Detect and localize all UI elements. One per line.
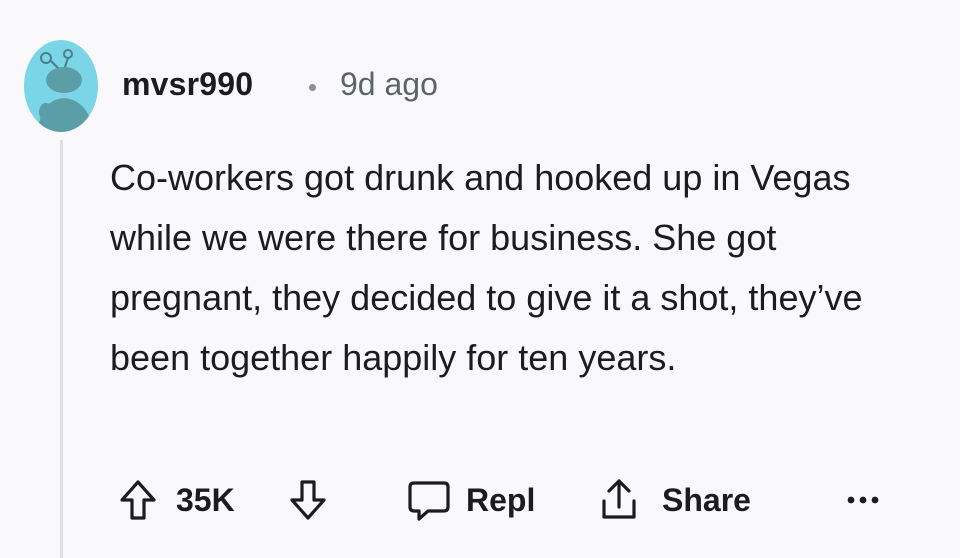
- comment-body: Co-workers got drunk and hooked up in Ve…: [110, 157, 863, 378]
- thread-line[interactable]: [60, 140, 63, 558]
- reply-label: Repl: [466, 481, 536, 518]
- avatar[interactable]: [24, 40, 98, 132]
- vote-count-label: 35K: [176, 481, 235, 518]
- reply-button[interactable]: Repl: [406, 472, 535, 528]
- share-button[interactable]: Share: [596, 472, 751, 528]
- arrow-up-outline-icon: [118, 478, 158, 522]
- downvote-button[interactable]: [288, 472, 328, 528]
- comment-actions: 35K Repl Share: [118, 472, 958, 528]
- timestamp: 9d ago: [340, 66, 438, 102]
- upvote-button[interactable]: [118, 472, 158, 528]
- arrow-down-outline-icon: [288, 478, 328, 522]
- vote-count: 35K: [176, 472, 235, 528]
- speech-bubble-icon: [406, 477, 452, 523]
- share-label: Share: [662, 481, 751, 518]
- share-upload-icon: [596, 477, 642, 523]
- username[interactable]: mvsr990: [122, 66, 253, 103]
- snoo-avatar-icon: [38, 49, 94, 132]
- more-options-button[interactable]: [846, 472, 880, 528]
- more-dots-icon: [846, 494, 880, 506]
- separator-dot: [309, 84, 316, 91]
